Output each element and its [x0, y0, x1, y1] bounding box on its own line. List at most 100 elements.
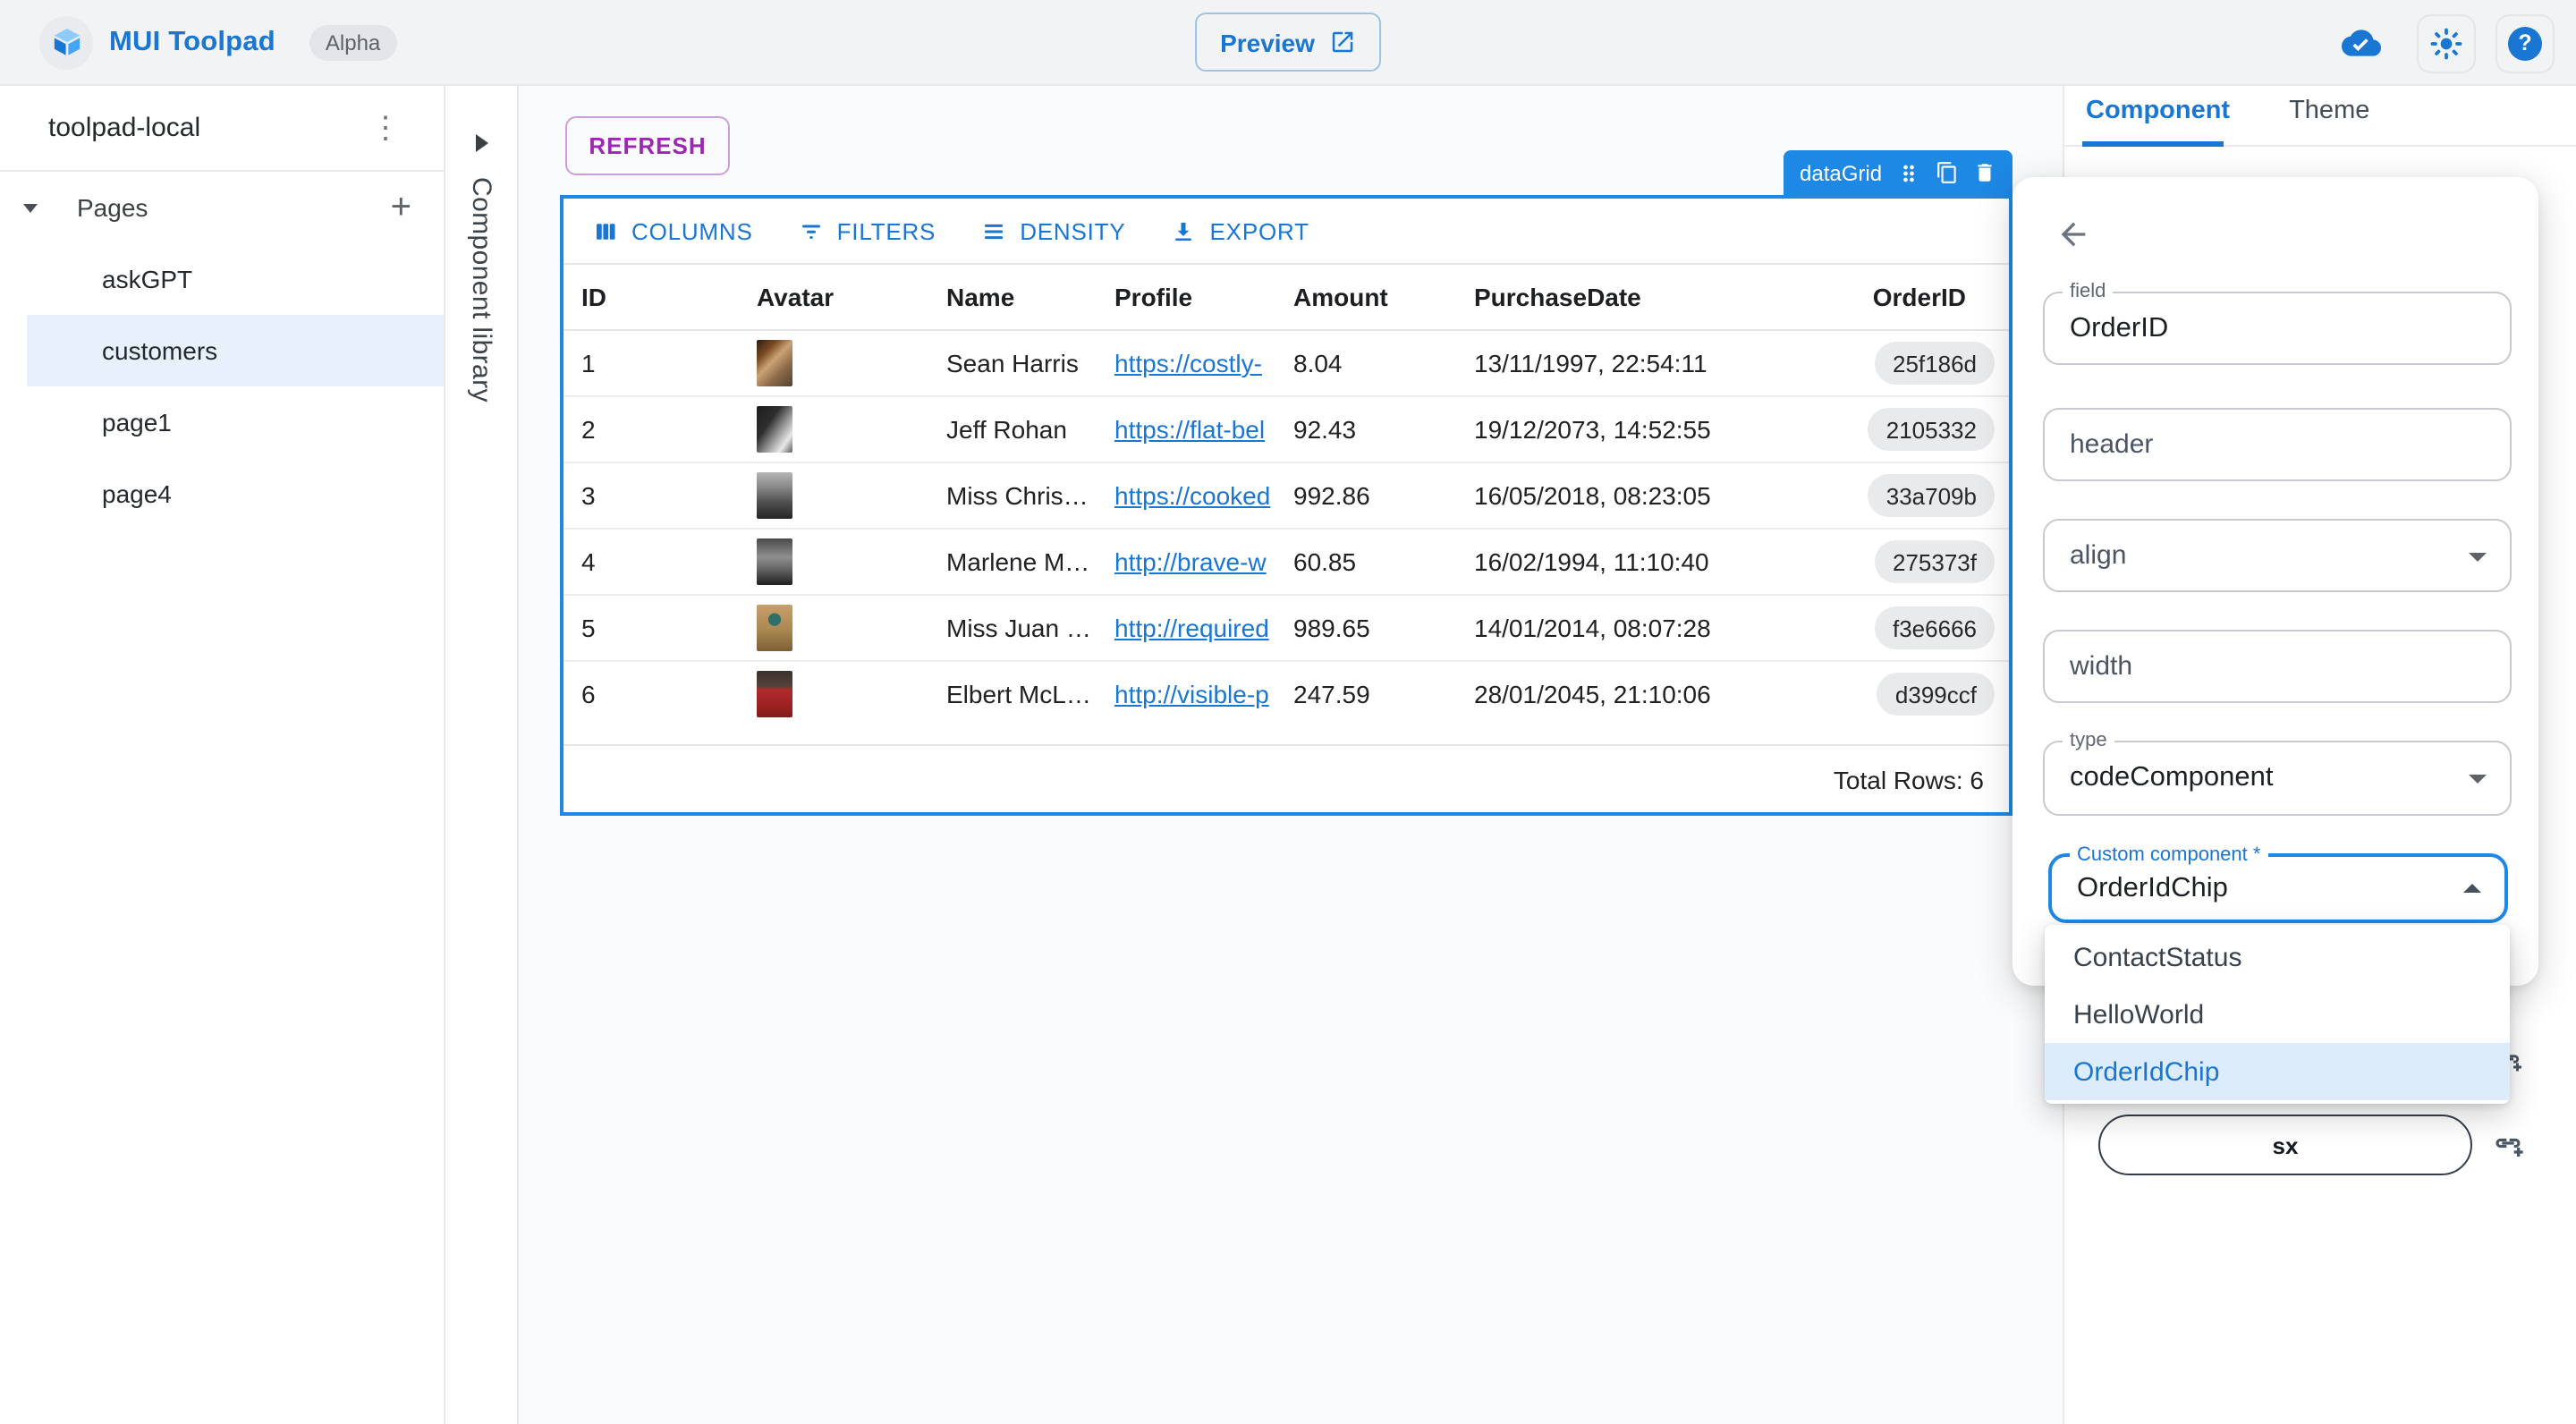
column-header-purchasedate[interactable]: PurchaseDate: [1456, 265, 1796, 329]
table-row[interactable]: 2Jeff Rohanhttps://flat-bel92.4319/12/20…: [564, 397, 2009, 463]
field-input-value: OrderID: [2070, 312, 2168, 344]
cell-profile: https://costly-: [1097, 331, 1275, 395]
cell-id: 1: [564, 331, 739, 395]
drag-handle-icon[interactable]: [1896, 160, 1921, 185]
duplicate-icon[interactable]: [1936, 161, 1959, 184]
columns-icon: [592, 217, 619, 244]
cell-name: Jeff Rohan: [928, 397, 1097, 462]
columns-button[interactable]: COLUMNS: [581, 210, 764, 251]
brand: MUI Toolpad Alpha: [39, 15, 396, 69]
cell-profile: https://flat-bel: [1097, 397, 1275, 462]
top-bar: MUI Toolpad Alpha Preview ?: [0, 0, 2576, 86]
expand-library-arrow-icon[interactable]: [475, 134, 487, 152]
project-name: toolpad-local: [48, 113, 200, 143]
cell-avatar: [739, 596, 928, 660]
profile-link[interactable]: https://cooked: [1114, 481, 1270, 510]
field-input-label: field: [2063, 281, 2113, 304]
toolpad-logo-icon: [39, 15, 93, 69]
column-header-avatar[interactable]: Avatar: [739, 265, 928, 329]
menu-item[interactable]: HelloWorld: [2045, 986, 2510, 1043]
profile-link[interactable]: http://required: [1114, 614, 1269, 642]
theme-toggle-button[interactable]: [2417, 13, 2476, 72]
field-input[interactable]: field OrderID: [2043, 292, 2512, 365]
avatar: [757, 538, 792, 585]
profile-link[interactable]: http://brave-w: [1114, 547, 1267, 576]
custom-component-select[interactable]: Custom component * OrderIdChip: [2048, 853, 2508, 923]
tab-theme[interactable]: Theme: [2285, 86, 2373, 125]
sidebar-page-item[interactable]: page4: [0, 458, 444, 530]
help-button[interactable]: ?: [2496, 13, 2555, 72]
density-button[interactable]: DENSITY: [970, 210, 1136, 251]
column-header-orderid[interactable]: OrderID: [1796, 265, 2009, 329]
table-row[interactable]: 6Elbert McL…http://visible-p247.5928/01/…: [564, 662, 2009, 726]
export-button[interactable]: EXPORT: [1160, 210, 1320, 251]
table-row[interactable]: 4Marlene M…http://brave-w60.8516/02/1994…: [564, 530, 2009, 596]
cell-orderid: f3e6666: [1796, 596, 2009, 660]
selected-component-label: dataGrid: [1800, 160, 1882, 185]
collapse-chevron-icon[interactable]: [23, 203, 38, 212]
type-select[interactable]: type codeComponent: [2043, 741, 2512, 816]
active-tab-indicator: [2082, 141, 2224, 146]
pages-list: askGPTcustomerspage1page4: [0, 243, 444, 530]
bind-sx-icon[interactable]: [2490, 1125, 2526, 1161]
cell-orderid: 25f186d: [1796, 331, 2009, 395]
table-row[interactable]: 5Miss Juan …http://required989.6514/01/2…: [564, 596, 2009, 662]
cell-avatar: [739, 397, 928, 462]
column-header-name[interactable]: Name: [928, 265, 1097, 329]
header-input[interactable]: header: [2043, 408, 2512, 481]
cell-avatar: [739, 463, 928, 528]
sx-button[interactable]: sx: [2098, 1115, 2472, 1175]
add-page-button[interactable]: +: [384, 190, 419, 225]
table-row[interactable]: 1Sean Harrishttps://costly-8.0413/11/199…: [564, 331, 2009, 397]
sidebar-page-item[interactable]: page1: [0, 386, 444, 458]
cell-profile: http://required: [1097, 596, 1275, 660]
profile-link[interactable]: https://costly-: [1114, 349, 1262, 377]
menu-item[interactable]: OrderIdChip: [2045, 1043, 2510, 1100]
sidebar-page-item[interactable]: customers: [27, 315, 444, 386]
filters-button[interactable]: FILTERS: [787, 210, 947, 251]
cell-orderid: 33a709b: [1796, 463, 2009, 528]
width-input[interactable]: width: [2043, 630, 2512, 703]
tab-component[interactable]: Component: [2082, 86, 2233, 125]
total-rows-label: Total Rows: 6: [1834, 765, 1984, 793]
grid-footer: Total Rows: 6: [564, 744, 2009, 812]
menu-item[interactable]: ContactStatus: [2045, 928, 2510, 986]
sidebar-page-item[interactable]: askGPT: [0, 243, 444, 315]
cell-orderid: d399ccf: [1796, 662, 2009, 726]
cell-purchase-date: 16/02/1994, 11:10:40: [1456, 530, 1796, 594]
order-id-chip: d399ccf: [1877, 673, 1995, 716]
column-header-amount[interactable]: Amount: [1275, 265, 1456, 329]
order-id-chip: 2105332: [1868, 408, 1995, 451]
cell-id: 3: [564, 463, 739, 528]
table-row[interactable]: 3Miss Chris…https://cooked992.8616/05/20…: [564, 463, 2009, 530]
project-row: toolpad-local ⋮: [0, 86, 444, 172]
profile-link[interactable]: http://visible-p: [1114, 680, 1269, 708]
column-header-profile[interactable]: Profile: [1097, 265, 1275, 329]
pages-section-label: Pages: [77, 193, 384, 222]
cell-purchase-date: 13/11/1997, 22:54:11: [1456, 331, 1796, 395]
custom-component-value: OrderIdChip: [2077, 872, 2228, 904]
download-icon: [1171, 217, 1198, 244]
align-select[interactable]: align: [2043, 519, 2512, 592]
cell-name: Sean Harris: [928, 331, 1097, 395]
back-arrow-icon[interactable]: [2055, 216, 2091, 252]
cell-profile: http://brave-w: [1097, 530, 1275, 594]
cell-amount: 247.59: [1275, 662, 1456, 726]
refresh-button[interactable]: REFRESH: [565, 116, 730, 175]
cell-profile: https://cooked: [1097, 463, 1275, 528]
cell-id: 5: [564, 596, 739, 660]
project-menu-kebab-icon[interactable]: ⋮: [360, 109, 411, 147]
profile-link[interactable]: https://flat-bel: [1114, 415, 1265, 444]
delete-icon[interactable]: [1973, 161, 1996, 184]
preview-button[interactable]: Preview: [1195, 13, 1381, 72]
cell-purchase-date: 28/01/2045, 21:10:06: [1456, 662, 1796, 726]
type-select-label: type: [2063, 730, 2114, 753]
avatar: [757, 671, 792, 717]
order-id-chip: 275373f: [1875, 540, 1995, 583]
cell-orderid: 2105332: [1796, 397, 2009, 462]
data-grid[interactable]: COLUMNS FILTERS DENSITY EXPORT ID Avatar: [560, 195, 2012, 816]
column-header-id[interactable]: ID: [564, 265, 739, 329]
cell-id: 6: [564, 662, 739, 726]
topbar-actions: ?: [2334, 0, 2555, 86]
selected-component-chip[interactable]: dataGrid: [1784, 150, 2012, 195]
